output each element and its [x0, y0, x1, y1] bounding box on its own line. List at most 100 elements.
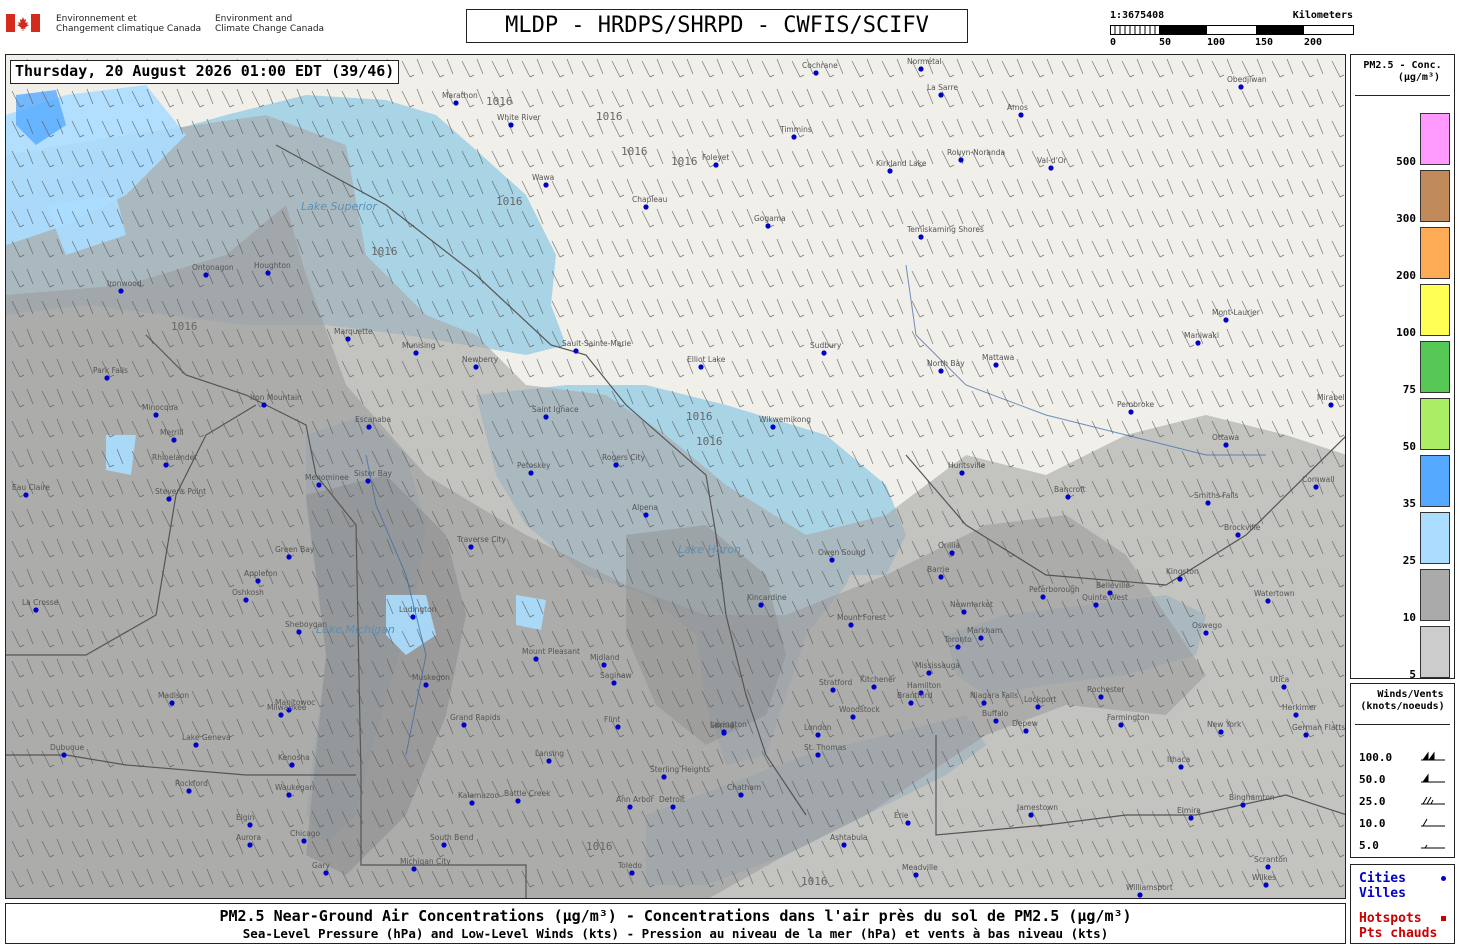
city-dot [286, 554, 292, 560]
city-dot [1118, 722, 1124, 728]
city-label: Green Bay [275, 545, 315, 554]
city-label: Kincardine [747, 593, 787, 602]
city-label: Mississauga [915, 661, 960, 670]
city-label: Ironwood [107, 279, 142, 288]
city-dot [573, 348, 579, 354]
city-label: Saginaw [600, 671, 632, 680]
city-dot [721, 730, 727, 736]
legend-divider [1355, 95, 1450, 96]
city-label: Farmington [1107, 713, 1150, 722]
city-dot [1177, 576, 1183, 582]
city-dot [1028, 812, 1034, 818]
city-label: Saint Ignace [532, 405, 579, 414]
city-label: Owen Sound [818, 548, 866, 557]
legend-swatch-200 [1420, 227, 1450, 279]
city-dot [255, 578, 261, 584]
city-label: Toronto [943, 635, 972, 644]
city-dot [1328, 402, 1334, 408]
city-dot [905, 820, 911, 826]
wind-row-25: 25.0 [1359, 795, 1386, 808]
city-dot [643, 204, 649, 210]
city-label: Oshkosh [232, 588, 264, 597]
city-dot [243, 597, 249, 603]
city-label: Smiths Falls [1194, 491, 1239, 500]
city-label: Depew [1012, 719, 1038, 728]
city-dot [410, 614, 416, 620]
city-label: Buffalo [982, 709, 1009, 718]
city-dot [261, 402, 267, 408]
city-dot [1137, 892, 1143, 898]
city-label: Markham [967, 626, 1002, 635]
city-dot [955, 644, 961, 650]
city-label: Rouyn-Noranda [947, 148, 1005, 157]
city-dot [1040, 594, 1046, 600]
city-label: Williamsport [1126, 883, 1173, 892]
water-label-superior: Lake Superior [301, 200, 379, 213]
city-label: Elgin [236, 813, 255, 822]
city-label: Cochrane [802, 61, 838, 70]
city-label: Watertown [1254, 589, 1295, 598]
city-dot [296, 629, 302, 635]
city-label: Escanaba [355, 415, 391, 424]
legend-swatch-5 [1420, 626, 1450, 678]
city-dot [959, 470, 965, 476]
city-dot [841, 842, 847, 848]
city-label: Quinte West [1082, 593, 1128, 602]
scale-tick-0: 0 [1110, 37, 1117, 48]
city-label: Rhinelander [152, 453, 198, 462]
city-label: German Flatts [1292, 723, 1345, 732]
city-label: New York [1207, 720, 1242, 729]
city-dot [247, 842, 253, 848]
city-dot [301, 838, 307, 844]
city-label: Muskegon [412, 673, 450, 682]
city-dot [850, 714, 856, 720]
city-label: Battle Creek [504, 789, 551, 798]
city-dot [1223, 317, 1229, 323]
legend-swatch-label-10: 10 [1402, 611, 1416, 624]
legend-swatch-label-100: 100 [1396, 326, 1416, 339]
city-dot [813, 70, 819, 76]
city-dot [543, 182, 549, 188]
city-label: Ludington [399, 605, 437, 614]
city-dot [1023, 728, 1029, 734]
city-label: Grand Rapids [450, 713, 501, 722]
city-dot [508, 122, 514, 128]
legend-divider [1355, 724, 1450, 725]
footer-caption: PM2.5 Near-Ground Air Concentrations (μg… [5, 903, 1346, 944]
city-dot [473, 364, 479, 370]
legend-swatch-300 [1420, 170, 1450, 222]
map-panel[interactable]: 1016 1016 1016 1016 1016 1016 1016 1016 … [5, 54, 1346, 899]
city-dot [1293, 712, 1299, 718]
city-label: Kenosha [278, 753, 310, 762]
scale-ratio: 1:3675408 [1110, 10, 1165, 21]
city-dot [461, 722, 467, 728]
city-label: Herkimer [1282, 703, 1318, 712]
city-label: Sheboygan [285, 620, 327, 629]
city-dot [193, 742, 199, 748]
legend-hotspots-label: Hotspots Pts chauds [1359, 911, 1438, 941]
city-label: Dubuque [50, 743, 85, 752]
city-dot [871, 684, 877, 690]
legend-swatch-35 [1420, 455, 1450, 507]
legend-swatch-50 [1420, 398, 1450, 450]
isobar-label: 1016 [696, 435, 723, 448]
city-label: Alpena [632, 503, 658, 512]
city-label: Newberry [462, 355, 499, 364]
city-label: Lansing [535, 749, 564, 758]
city-label: Appleton [244, 569, 278, 578]
city-label: Temiskaming Shores [906, 225, 984, 234]
scale-tick-150: 150 [1255, 37, 1274, 48]
city-label: Rockford [175, 779, 208, 788]
city-label: Mont-Laurier [1212, 308, 1261, 317]
city-dot [1313, 484, 1319, 490]
city-label: Wilkes [1252, 873, 1276, 882]
city-label: Rogers City [602, 453, 645, 462]
city-dot [247, 822, 253, 828]
wind-row-10: 10.0 [1359, 817, 1386, 830]
city-dot [61, 752, 67, 758]
map-canvas[interactable]: 1016 1016 1016 1016 1016 1016 1016 1016 … [6, 55, 1346, 899]
city-dot [118, 288, 124, 294]
city-dot [323, 870, 329, 876]
city-dot [23, 492, 29, 498]
city-dot [918, 66, 924, 72]
